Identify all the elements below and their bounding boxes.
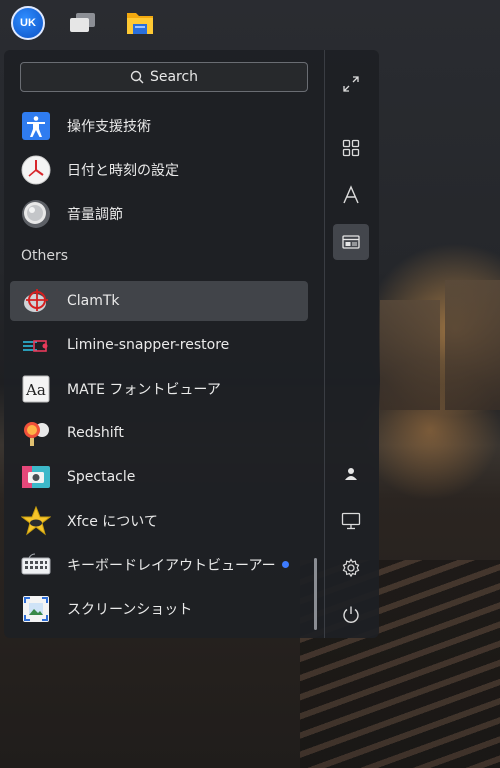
app-label: ClamTk (67, 293, 120, 309)
top-panel: UK (0, 0, 500, 46)
app-label: スクリーンショット (67, 602, 193, 618)
app-item-redshift[interactable]: Redshift (10, 413, 308, 453)
app-item-date-time[interactable]: 日付と時刻の設定 (10, 150, 308, 190)
app-label: 日付と時刻の設定 (67, 163, 179, 179)
power-button[interactable] (333, 597, 369, 633)
file-manager-button[interactable] (123, 6, 157, 40)
power-icon (343, 606, 359, 623)
expand-button[interactable] (333, 66, 369, 102)
limine-icon (21, 330, 51, 360)
app-label: キーボードレイアウトビューアー (67, 558, 276, 574)
font-viewer-icon: Aa (21, 374, 51, 404)
category-view-button[interactable] (333, 224, 369, 260)
app-item-limine-snapper-restore[interactable]: Limine-snapper-restore (10, 325, 308, 365)
file-manager-icon (127, 13, 153, 34)
letter-sort-button[interactable] (333, 177, 369, 213)
multitask-view-icon (70, 13, 95, 32)
wallpaper-building (445, 280, 500, 410)
start-menu: Search 操作支援技術 日付と時刻の設定 音量調節 Others ClamT… (4, 50, 379, 638)
all-apps-button[interactable] (333, 130, 369, 166)
app-item-mate-font-viewer[interactable]: Aa MATE フォントビューア (10, 369, 308, 409)
volume-icon (21, 199, 51, 229)
new-app-indicator-dot (282, 561, 289, 568)
search-label: Search (149, 69, 199, 85)
panel-icon (342, 235, 360, 249)
app-item-clamtk[interactable]: ClamTk (10, 281, 308, 321)
user-icon (345, 468, 357, 480)
ukui-logo-icon: UK (11, 6, 45, 40)
app-item-about-xfce[interactable]: Xfce について (10, 501, 308, 541)
section-header-others: Others (21, 248, 69, 264)
apps-grid-icon (342, 139, 360, 157)
accessibility-icon (21, 111, 51, 141)
screenshot-icon (21, 594, 51, 624)
user-button[interactable] (333, 456, 369, 492)
wallpaper-building (380, 300, 440, 410)
xfce-icon (21, 506, 51, 536)
app-label: Redshift (67, 425, 124, 441)
app-item-screenshot[interactable]: スクリーンショット (10, 589, 308, 629)
menu-divider (324, 50, 325, 638)
app-label: MATE フォントビューア (67, 382, 221, 398)
clock-icon (21, 155, 51, 185)
app-label: 音量調節 (67, 207, 123, 223)
app-label: Limine-snapper-restore (67, 337, 230, 353)
app-label: Spectacle (67, 469, 136, 485)
display-icon (341, 512, 361, 530)
app-item-volume[interactable]: 音量調節 (10, 194, 308, 234)
app-item-keyboard-layout-viewer[interactable]: キーボードレイアウトビューアー (10, 545, 308, 585)
spectacle-icon (21, 462, 51, 492)
display-settings-button[interactable] (333, 503, 369, 539)
expand-icon (343, 76, 359, 92)
search-box[interactable]: Search (20, 62, 308, 92)
ukui-menu-button[interactable]: UK (11, 6, 45, 40)
redshift-icon (21, 418, 51, 448)
menu-app-list: Search 操作支援技術 日付と時刻の設定 音量調節 Others ClamT… (4, 50, 324, 638)
settings-button[interactable] (333, 550, 369, 586)
search-icon (130, 70, 144, 84)
keyboard-icon (21, 550, 51, 580)
svg-text:Aa: Aa (25, 381, 46, 399)
clamtk-icon (21, 286, 51, 316)
app-item-spectacle[interactable]: Spectacle (10, 457, 308, 497)
multitask-view-button[interactable] (65, 6, 99, 40)
app-list-scrollbar[interactable] (314, 558, 317, 630)
settings-gear-icon (342, 558, 360, 578)
logo-text: UK (20, 17, 36, 29)
font-a-icon (343, 185, 359, 204)
app-label: Xfce について (67, 514, 158, 530)
app-label: 操作支援技術 (67, 119, 151, 135)
app-item-accessibility[interactable]: 操作支援技術 (10, 106, 308, 146)
